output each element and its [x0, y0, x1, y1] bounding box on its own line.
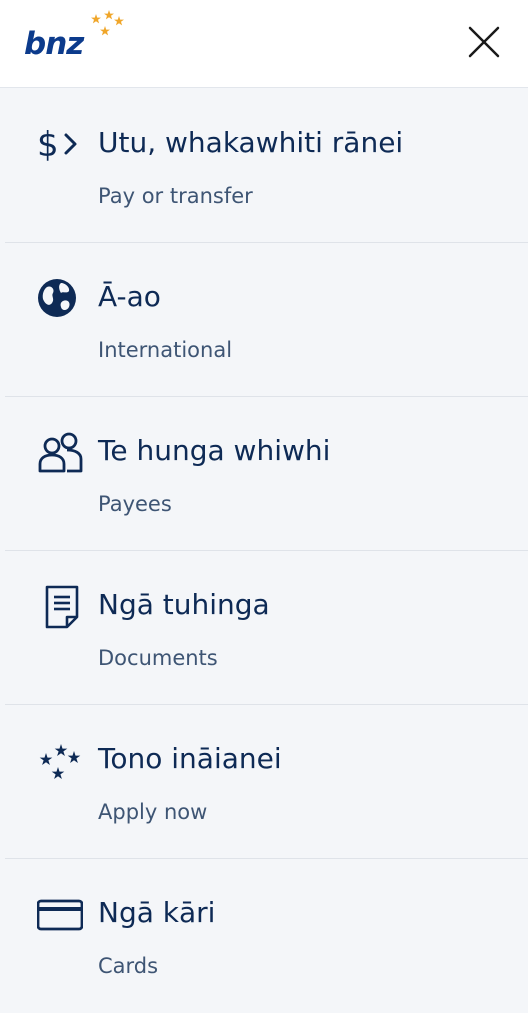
menu-item-international[interactable]: Ā-ao International — [5, 243, 528, 397]
menu-item-subtitle: International — [98, 338, 233, 362]
close-icon — [468, 26, 500, 58]
menu-item-documents[interactable]: Ngā tuhinga Documents — [5, 551, 528, 705]
menu-item-subtitle: Apply now — [98, 800, 208, 824]
svg-text:$: $ — [37, 125, 59, 165]
payees-icon — [38, 432, 83, 473]
menu-item-apply-now[interactable]: Tono ināianei Apply now — [5, 705, 528, 859]
menu-item-subtitle: Cards — [98, 954, 159, 978]
logo-text: bnz — [24, 26, 84, 62]
menu-item-cards[interactable]: Ngā kāri Cards — [5, 859, 528, 1013]
menu-item-title: Tono ināianei — [98, 742, 282, 775]
menu-item-title: Ngā kāri — [98, 896, 216, 929]
pay-transfer-icon: $ — [37, 125, 77, 165]
stars-icon — [39, 744, 81, 779]
menu-item-pay-transfer[interactable]: $ Utu, whakawhiti rānei Pay or transfer — [5, 89, 528, 243]
menu-item-payees[interactable]: Te hunga whiwhi Payees — [5, 397, 528, 551]
menu-item-subtitle: Payees — [98, 492, 172, 516]
menu-item-title: Te hunga whiwhi — [98, 434, 331, 467]
main-menu: $ Utu, whakawhiti rānei Pay or transfer … — [0, 89, 528, 1013]
menu-item-title: Ā-ao — [98, 280, 161, 313]
close-button[interactable] — [462, 22, 506, 62]
logo-stars-icon — [91, 10, 124, 36]
header-bar: bnz — [0, 0, 528, 88]
card-icon — [37, 899, 83, 931]
bnz-logo[interactable]: bnz — [24, 10, 128, 62]
document-icon — [45, 585, 79, 629]
menu-item-title: Ngā tuhinga — [98, 588, 270, 621]
menu-item-subtitle: Pay or transfer — [98, 184, 253, 208]
globe-icon — [38, 279, 76, 317]
menu-item-subtitle: Documents — [98, 646, 218, 670]
menu-item-title: Utu, whakawhiti rānei — [98, 126, 404, 159]
